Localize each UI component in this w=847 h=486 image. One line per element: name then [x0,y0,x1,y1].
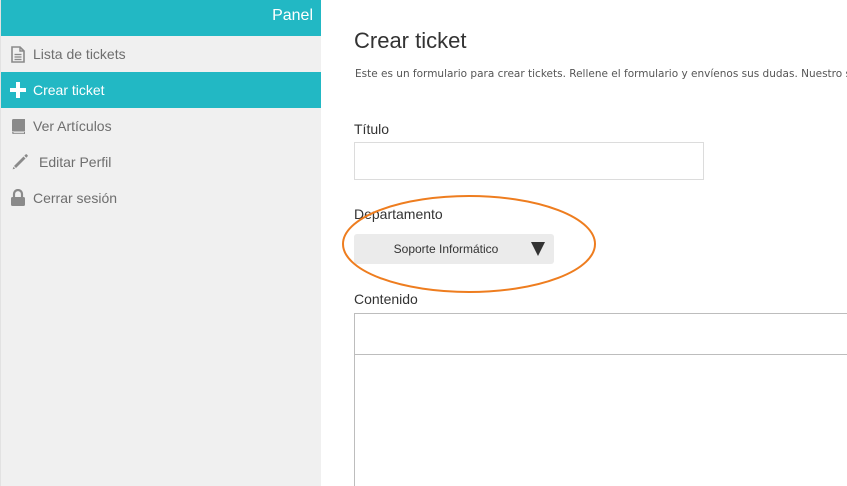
plus-icon [9,81,27,99]
lock-icon [9,189,27,207]
departamento-selected-value: Soporte Informático [393,242,499,256]
sidebar-item-label: Ver Artículos [33,118,112,134]
titulo-input[interactable] [354,142,704,180]
sidebar-item-label: Cerrar sesión [33,190,118,206]
file-text-icon [9,45,27,63]
sidebar-item-label: Lista de tickets [33,46,126,62]
sidebar-item-editar-perfil[interactable]: Editar Perfil [1,144,321,180]
sidebar-item-crear-ticket[interactable]: Crear ticket [1,72,321,108]
departamento-label: Departamento [354,206,443,222]
main-content: Crear ticket Este es un formulario para … [321,0,847,486]
editor-toolbar[interactable] [355,314,847,355]
sidebar: Panel Lista de tickets Crear ticket Ver … [0,0,321,486]
contenido-editor [354,313,847,486]
pencil-icon [11,153,29,171]
sidebar-item-lista-tickets[interactable]: Lista de tickets [1,36,321,72]
page-title: Crear ticket [354,28,467,53]
sidebar-nav: Lista de tickets Crear ticket Ver Artícu… [1,36,321,216]
sidebar-item-label: Editar Perfil [39,154,112,170]
contenido-textarea[interactable] [355,355,847,486]
dropdown-arrow-icon [528,241,548,257]
titulo-label: Título [354,121,390,137]
sidebar-item-label: Crear ticket [33,82,105,98]
form-description: Este es un formulario para crear tickets… [355,68,847,80]
sidebar-item-ver-articulos[interactable]: Ver Artículos [1,108,321,144]
departamento-select[interactable]: Soporte Informático [354,234,554,264]
sidebar-item-cerrar-sesion[interactable]: Cerrar sesión [1,180,321,216]
sidebar-header: Panel [1,0,321,36]
contenido-label: Contenido [354,291,418,307]
book-icon [9,117,27,135]
